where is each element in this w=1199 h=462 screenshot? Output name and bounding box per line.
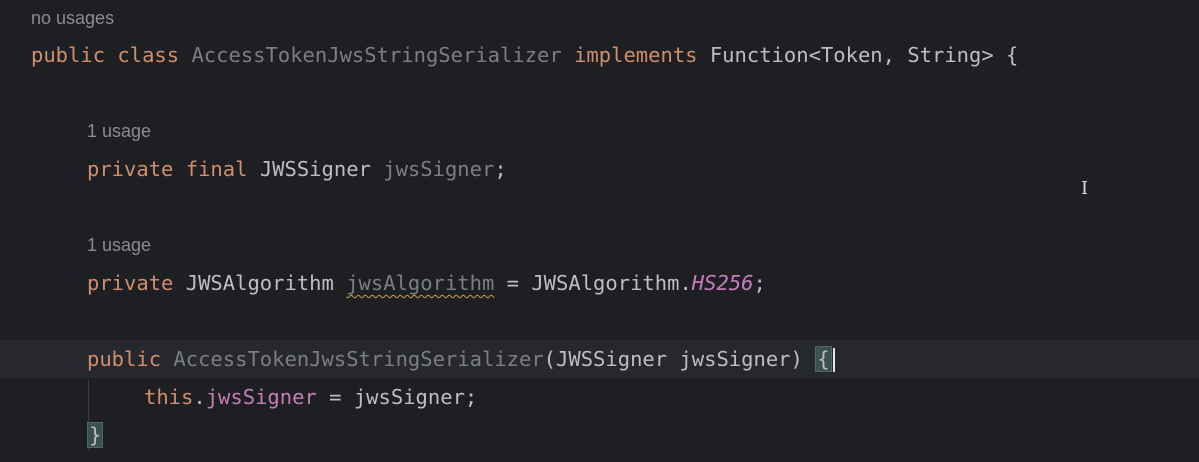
type-name: JWSSigner [259, 157, 371, 181]
code-line-closing-brace[interactable]: } [87, 421, 104, 449]
keyword-public: public [31, 43, 106, 67]
usages-hint-field1[interactable]: 1 usage [87, 121, 151, 142]
code-line-assignment[interactable]: this.jwsSigner = jwsSigner; [144, 383, 477, 411]
keyword-public: public [87, 347, 162, 371]
field-reference: jwsSigner [205, 385, 317, 409]
keyword-class: class [117, 43, 180, 67]
semicolon: ; [753, 271, 766, 295]
implemented-type: Function<Token, String> { [709, 43, 1019, 67]
code-line-constructor[interactable]: public AccessTokenJwsStringSerializer(JW… [87, 345, 835, 373]
matched-brace-open: { [815, 346, 832, 372]
constructor-params: (JWSSigner jwsSigner) [543, 347, 816, 371]
type-name: JWSAlgorithm [185, 271, 334, 295]
text-caret [832, 348, 835, 372]
code-line-field-algorithm[interactable]: private JWSAlgorithm jwsAlgorithm = JWSA… [87, 269, 766, 297]
semicolon: ; [494, 157, 507, 181]
constant-name: HS256 [691, 271, 754, 295]
class-name: AccessTokenJwsStringSerializer [191, 43, 562, 67]
keyword-final: final [185, 157, 248, 181]
code-editor[interactable]: no usages public class AccessTokenJwsStr… [0, 0, 1199, 462]
constructor-name: AccessTokenJwsStringSerializer [173, 347, 544, 371]
field-name-warning[interactable]: jwsAlgorithm [346, 271, 494, 295]
keyword-implements: implements [574, 43, 698, 67]
matched-brace-close: } [87, 422, 104, 448]
keyword-private: private [87, 157, 174, 181]
assignment: = JWSAlgorithm. [494, 271, 692, 295]
usages-hint-field2[interactable]: 1 usage [87, 235, 151, 256]
assignment-rest: = jwsSigner; [316, 385, 478, 409]
usages-hint-class[interactable]: no usages [31, 8, 114, 29]
code-line-class-declaration[interactable]: public class AccessTokenJwsStringSeriali… [31, 41, 1018, 69]
field-name: jwsSigner [383, 157, 495, 181]
keyword-private: private [87, 271, 174, 295]
text-cursor-icon: I [1081, 178, 1089, 199]
keyword-this: this [144, 385, 194, 409]
code-line-field-signer[interactable]: private final JWSSigner jwsSigner; [87, 155, 507, 183]
dot: . [193, 385, 206, 409]
